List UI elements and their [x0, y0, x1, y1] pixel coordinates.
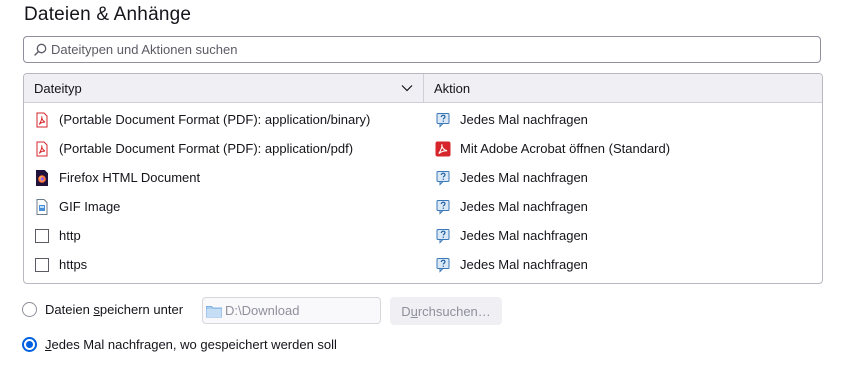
always-ask-label: Jedes Mal nachfragen, wo gespeichert wer… [45, 337, 337, 352]
search-input[interactable] [51, 42, 791, 57]
action-cell[interactable]: Jedes Mal nachfragen [424, 257, 822, 273]
column-header-action[interactable]: Aktion [424, 74, 822, 102]
ask-icon [435, 228, 451, 244]
action-cell[interactable]: Jedes Mal nachfragen [424, 199, 822, 215]
action-cell[interactable]: Jedes Mal nachfragen [424, 112, 822, 128]
table-row[interactable]: https Jedes Mal nachfragen [24, 250, 822, 279]
table-row[interactable]: GIF Image Jedes Mal nachfragen [24, 192, 822, 221]
ask-icon [435, 170, 451, 186]
type-cell: http [24, 228, 424, 244]
type-label: Firefox HTML Document [59, 170, 201, 185]
column-header-type[interactable]: Dateityp [24, 74, 424, 102]
type-cell: https [24, 257, 424, 273]
action-label: Jedes Mal nachfragen [460, 199, 588, 214]
action-label: Jedes Mal nachfragen [460, 228, 588, 243]
download-path-field[interactable] [202, 297, 381, 324]
always-ask-radio[interactable] [22, 337, 37, 352]
table-row[interactable]: Firefox HTML Document Jedes Mal nachfrag… [24, 163, 822, 192]
type-label: (Portable Document Format (PDF): applica… [59, 141, 354, 156]
action-cell[interactable]: Jedes Mal nachfragen [424, 170, 822, 186]
action-label: Mit Adobe Acrobat öffnen (Standard) [460, 141, 671, 156]
table-header: Dateityp Aktion [24, 74, 822, 103]
table-row[interactable]: (Portable Document Format (PDF): applica… [24, 134, 822, 163]
download-path-input[interactable] [225, 303, 375, 318]
action-label: Jedes Mal nachfragen [460, 112, 588, 127]
type-cell: GIF Image [24, 198, 424, 215]
search-icon [34, 43, 47, 56]
acrobat-icon [435, 141, 451, 157]
table-row[interactable]: http Jedes Mal nachfragen [24, 221, 822, 250]
type-cell: Firefox HTML Document [24, 169, 424, 186]
column-header-type-label: Dateityp [34, 80, 82, 96]
type-label: http [59, 228, 81, 243]
type-label: GIF Image [59, 199, 121, 214]
blank-file-icon [34, 257, 50, 273]
preferences-page: Dateien & Anhänge Dateityp Aktion [0, 0, 848, 375]
save-to-radio[interactable] [22, 302, 37, 317]
search-box[interactable] [23, 36, 821, 63]
browse-button[interactable]: Durchsuchen… [390, 297, 502, 325]
ask-icon [435, 199, 451, 215]
folder-icon [206, 305, 222, 317]
always-ask-option[interactable]: Jedes Mal nachfragen, wo gespeichert wer… [22, 337, 337, 352]
action-label: Jedes Mal nachfragen [460, 170, 588, 185]
image-file-icon [34, 198, 50, 215]
type-cell: (Portable Document Format (PDF): applica… [24, 141, 424, 157]
ask-icon [435, 112, 451, 128]
action-cell[interactable]: Jedes Mal nachfragen [424, 228, 822, 244]
table-row[interactable]: (Portable Document Format (PDF): applica… [24, 105, 822, 134]
type-label: (Portable Document Format (PDF): applica… [59, 112, 371, 127]
file-type-table: Dateityp Aktion (Portable Document Forma… [23, 73, 823, 284]
action-cell[interactable]: Mit Adobe Acrobat öffnen (Standard) [424, 141, 822, 157]
pdf-icon [34, 112, 50, 128]
firefox-document-icon [34, 169, 50, 186]
pdf-icon [34, 141, 50, 157]
section-title: Dateien & Anhänge [24, 4, 192, 25]
blank-file-icon [34, 228, 50, 244]
column-header-action-label: Aktion [434, 80, 471, 96]
save-to-option[interactable]: Dateien speichern unter [22, 302, 183, 317]
type-label: https [59, 257, 88, 272]
save-to-label: Dateien speichern unter [45, 302, 184, 317]
action-label: Jedes Mal nachfragen [460, 257, 588, 272]
ask-icon [435, 257, 451, 273]
chevron-down-icon [401, 85, 413, 92]
type-cell: (Portable Document Format (PDF): applica… [24, 112, 424, 128]
table-body: (Portable Document Format (PDF): applica… [24, 103, 822, 279]
